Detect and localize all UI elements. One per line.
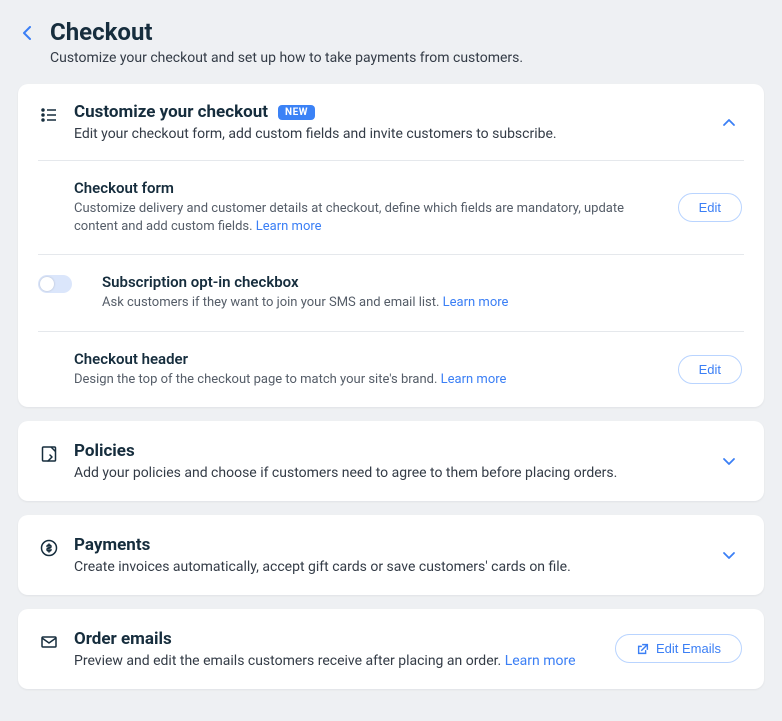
edit-emails-button-label: Edit Emails — [656, 641, 721, 656]
edit-checkout-header-button[interactable]: Edit — [678, 355, 742, 384]
customize-checkout-card: Customize your checkout NEW Edit your ch… — [18, 84, 764, 407]
policies-title: Policies — [74, 441, 722, 461]
checkout-form-row: Checkout form Customize delivery and cus… — [18, 161, 764, 254]
order-emails-desc-text: Preview and edit the emails customers re… — [74, 653, 505, 669]
payments-icon — [38, 537, 60, 559]
policies-section-header[interactable]: Policies Add your policies and choose if… — [18, 421, 764, 501]
order-emails-card: Order emails Preview and edit the emails… — [18, 609, 764, 689]
customize-section-header[interactable]: Customize your checkout NEW Edit your ch… — [18, 84, 764, 160]
chevron-up-icon — [722, 113, 742, 132]
checkout-header-title: Checkout header — [74, 350, 662, 368]
email-icon — [38, 631, 60, 653]
checkout-form-desc: Customize delivery and customer details … — [74, 200, 662, 236]
chevron-down-icon — [722, 545, 742, 564]
checkout-form-title: Checkout form — [74, 179, 662, 197]
customize-section-desc: Edit your checkout form, add custom fiel… — [74, 126, 722, 142]
subscription-learn-more[interactable]: Learn more — [443, 295, 509, 310]
edit-emails-button[interactable]: Edit Emails — [615, 634, 742, 663]
policies-card: Policies Add your policies and choose if… — [18, 421, 764, 501]
checkout-header-learn-more[interactable]: Learn more — [441, 372, 507, 387]
order-emails-desc: Preview and edit the emails customers re… — [74, 653, 615, 669]
subscription-desc: Ask customers if they want to join your … — [102, 294, 742, 312]
payments-desc: Create invoices automatically, accept gi… — [74, 559, 722, 575]
page-heading: Checkout Customize your checkout and set… — [50, 18, 523, 66]
payments-section-header[interactable]: Payments Create invoices automatically, … — [18, 515, 764, 595]
chevron-down-icon — [722, 451, 742, 470]
back-chevron-icon[interactable] — [18, 24, 36, 42]
payments-title: Payments — [74, 535, 722, 555]
checkout-header-desc-text: Design the top of the checkout page to m… — [74, 372, 441, 387]
page-subtitle: Customize your checkout and set up how t… — [50, 50, 523, 66]
subscription-toggle[interactable] — [38, 275, 72, 293]
external-link-icon — [636, 642, 650, 656]
subscription-row: Subscription opt-in checkbox Ask custome… — [18, 255, 764, 330]
order-emails-title: Order emails — [74, 629, 615, 649]
order-emails-section-header: Order emails Preview and edit the emails… — [18, 609, 764, 689]
order-emails-learn-more[interactable]: Learn more — [505, 653, 576, 669]
checkout-header-desc: Design the top of the checkout page to m… — [74, 371, 662, 389]
subscription-title: Subscription opt-in checkbox — [102, 273, 742, 291]
payments-card: Payments Create invoices automatically, … — [18, 515, 764, 595]
customize-section-text: Customize your checkout NEW Edit your ch… — [74, 102, 722, 142]
page-header: Checkout Customize your checkout and set… — [18, 18, 764, 66]
page-title: Checkout — [50, 18, 523, 46]
checkout-form-desc-text: Customize delivery and customer details … — [74, 201, 624, 234]
subscription-desc-text: Ask customers if they want to join your … — [102, 295, 443, 310]
checkout-page: Checkout Customize your checkout and set… — [0, 0, 782, 721]
policies-icon — [38, 443, 60, 465]
customize-section-title: Customize your checkout — [74, 102, 268, 122]
policies-desc: Add your policies and choose if customer… — [74, 465, 722, 481]
new-badge: NEW — [278, 105, 315, 120]
form-list-icon — [38, 104, 60, 126]
checkout-form-learn-more[interactable]: Learn more — [256, 219, 322, 234]
checkout-header-row: Checkout header Design the top of the ch… — [18, 332, 764, 407]
edit-checkout-form-button[interactable]: Edit — [678, 193, 742, 222]
